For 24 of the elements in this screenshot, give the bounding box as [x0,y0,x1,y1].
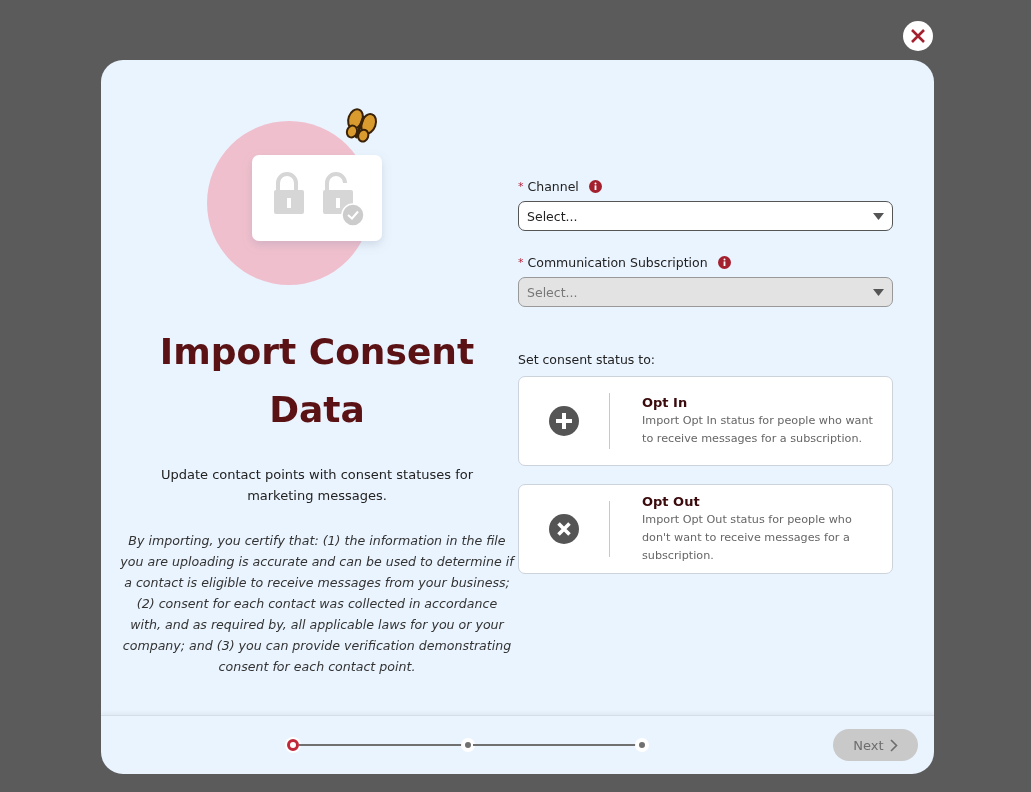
option-description: Import Opt Out status for people who don't want to receive messages for a subscription. [642,511,853,564]
dialog-title: Import Consent Data [158,330,476,432]
status-option-card[interactable]: Opt In Import Opt In status for people who want to receive messages for a subscription. [518,376,893,466]
close-button[interactable] [903,21,933,51]
option-title: Opt In [642,394,689,410]
option-title: Opt Out [642,493,701,509]
caret-icon [873,212,884,220]
select-field[interactable]: Select... [518,201,893,231]
field-label: Channel [527,178,579,194]
option-description: Import Opt In status for people who want to receive messages for a subscription. [642,412,874,447]
status-prompt: Set consent status to: [518,351,657,369]
field-label: Communication Subscription [527,254,708,270]
plus-icon [549,406,579,436]
info-icon[interactable] [717,255,731,269]
dialog-description: Update contact points with consent statuses for marketing messages. [159,466,475,505]
info-icon[interactable] [588,179,602,193]
certification-text: By importing, you certify that: (1) the information in the file you are uploading is accurate and can be used to determine if a contact is eligible to receive messages from your business; (2) consent for each contact was collected in accordance with, and as required by, all applicable laws for you or your company; and (3) you can provide verification demonstrating consent for each contact point. [120,532,514,676]
cross-icon [549,514,579,544]
caret-icon [873,288,884,296]
status-option-card[interactable]: Opt Out Import Opt Out status for people who don't want to receive messages for a subscription. [518,484,893,574]
required-mark: * [518,255,524,269]
required-mark: * [518,179,524,193]
close-icon [910,28,926,44]
chevron-right-icon [889,738,898,752]
